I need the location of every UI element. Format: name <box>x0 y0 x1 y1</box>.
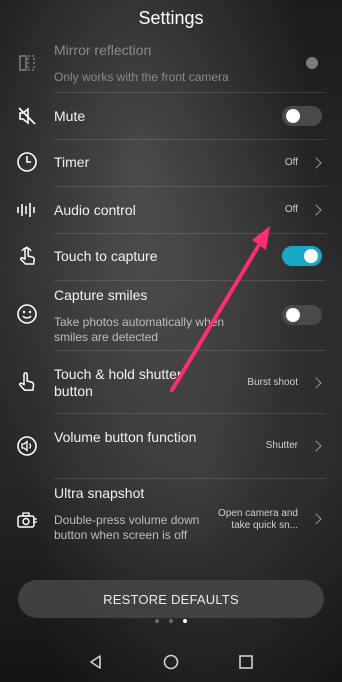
annotation-arrow <box>170 226 270 392</box>
